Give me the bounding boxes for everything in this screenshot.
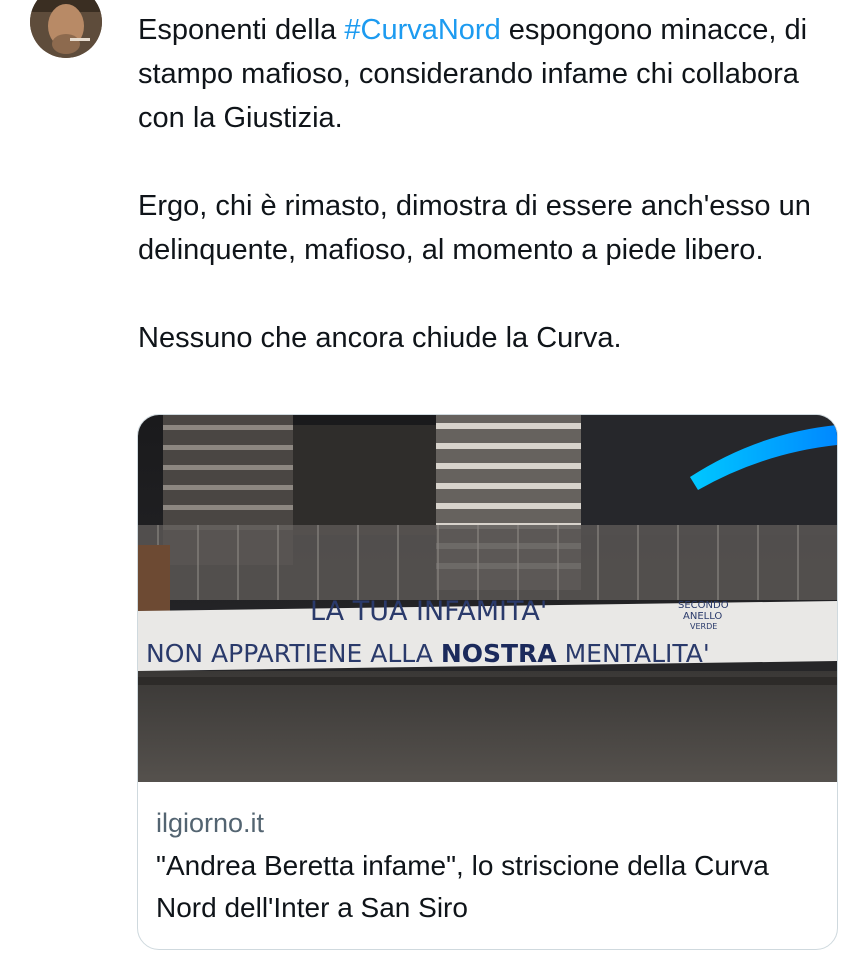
tweet-paragraph-2: Ergo, chi è rimasto, dimostra di essere …	[138, 190, 811, 266]
banner-signature-2: ANELLO	[683, 611, 722, 622]
card-domain[interactable]: ilgiorno.it	[156, 805, 826, 841]
banner-line-2: NON APPARTIENE ALLA NOSTRA MENTALITA'	[146, 639, 710, 668]
card-footer: ilgiorno.it "Andrea Beretta infame", lo …	[156, 805, 826, 929]
banner-text-highlight: NOSTRA	[441, 639, 557, 668]
tweet-text-segment: Esponenti della	[138, 14, 345, 46]
card-title[interactable]: "Andrea Beretta infame", lo striscione d…	[156, 845, 826, 929]
hashtag-link[interactable]: #CurvaNord	[344, 14, 500, 46]
banner-text-segment: MENTALITA'	[557, 639, 710, 668]
tweet-paragraph-3: Nessuno che ancora chiude la Curva.	[138, 322, 622, 354]
banner-signature-3: VERDE	[690, 622, 717, 631]
tweet-paragraph-1: Esponenti della #CurvaNord espongono min…	[138, 8, 828, 140]
banner-line-1: LA TUA INFAMITA'	[310, 596, 547, 627]
banner-text-segment: NON APPARTIENE ALLA	[146, 639, 441, 668]
card-image[interactable]: LA TUA INFAMITA' NON APPARTIENE ALLA NOS…	[138, 415, 837, 782]
avatar[interactable]	[30, 0, 102, 58]
banner-signature-1: SECONDO	[678, 600, 729, 611]
link-preview-card[interactable]: LA TUA INFAMITA' NON APPARTIENE ALLA NOS…	[137, 414, 838, 950]
tweet-text: Esponenti della #CurvaNord espongono min…	[138, 8, 828, 360]
